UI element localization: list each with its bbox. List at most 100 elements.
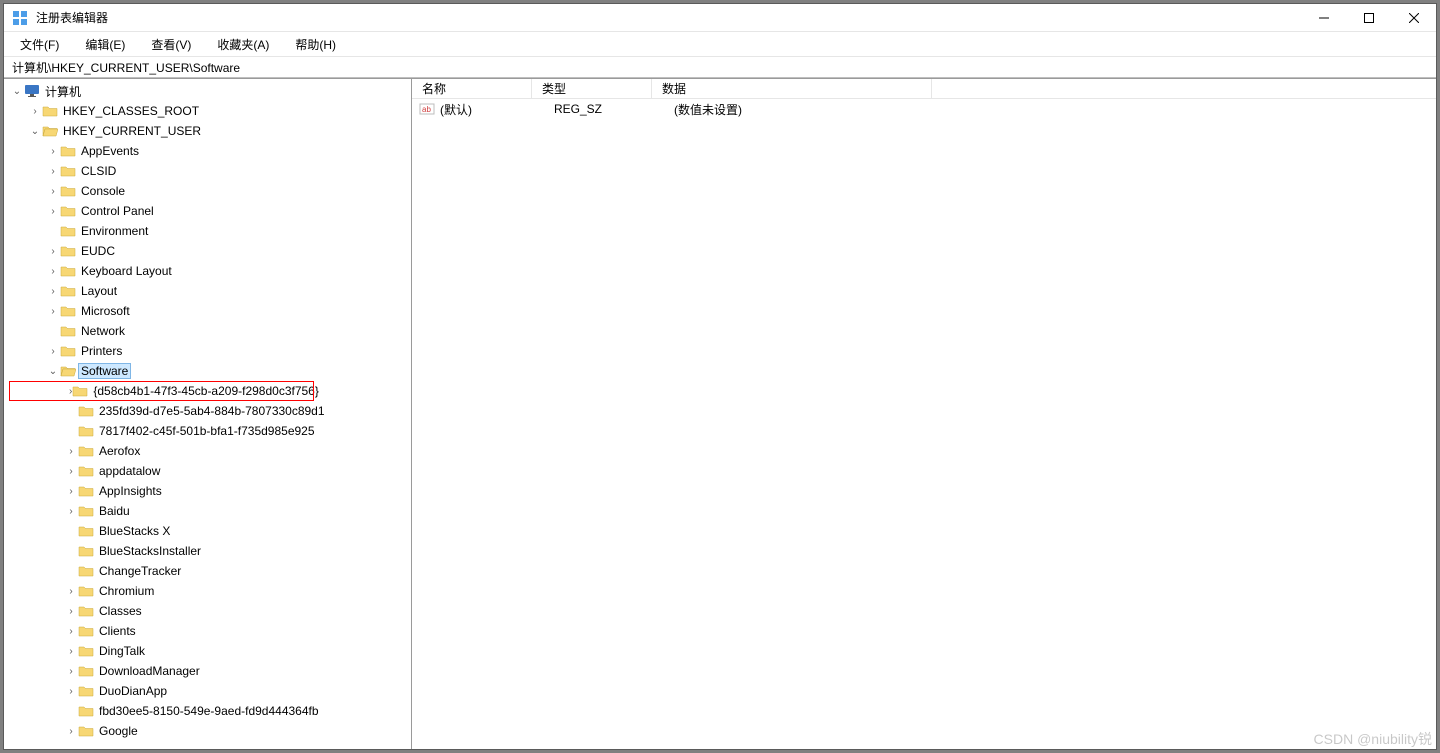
tree-label: Clients [97, 624, 138, 638]
tree-item-hkcu[interactable]: ⌄ HKEY_CURRENT_USER [4, 121, 411, 141]
tree-item-changetracker[interactable]: ›ChangeTracker [4, 561, 411, 581]
chevron-down-icon[interactable]: ⌄ [46, 366, 60, 377]
tree-item-classes[interactable]: ›Classes [4, 601, 411, 621]
folder-icon [78, 544, 94, 558]
menu-help[interactable]: 帮助(H) [289, 34, 342, 55]
tree-item-downloadmanager[interactable]: ›DownloadManager [4, 661, 411, 681]
tree-item-baidu[interactable]: › Baidu [4, 501, 411, 521]
chevron-right-icon[interactable]: › [46, 146, 60, 157]
tree-item-clsid[interactable]: ›CLSID [4, 161, 411, 181]
chevron-right-icon[interactable]: › [46, 186, 60, 197]
address-text: 计算机\HKEY_CURRENT_USER\Software [12, 59, 240, 76]
tree-item-layout[interactable]: ›Layout [4, 281, 411, 301]
window-title: 注册表编辑器 [36, 9, 1301, 26]
folder-icon [78, 444, 94, 458]
tree-item-computer[interactable]: ⌄ 计算机 [4, 81, 411, 101]
tree-item-hkcr[interactable]: › HKEY_CLASSES_ROOT [4, 101, 411, 121]
value-list-pane: 名称 类型 数据 (默认) REG_SZ (数值未设置) [412, 79, 1436, 749]
window-buttons [1301, 4, 1436, 31]
chevron-right-icon[interactable]: › [64, 586, 78, 597]
list-row[interactable]: (默认) REG_SZ (数值未设置) [412, 99, 1436, 119]
folder-icon [78, 724, 94, 738]
folder-icon [78, 644, 94, 658]
address-bar[interactable]: 计算机\HKEY_CURRENT_USER\Software [4, 56, 1436, 78]
folder-icon [78, 504, 94, 518]
folder-icon [78, 484, 94, 498]
tree-label: AppInsights [97, 484, 164, 498]
tree-item-appdatalow[interactable]: ›appdatalow [4, 461, 411, 481]
tree-label: {d58cb4b1-47f3-45cb-a209-f298d0c3f756} [91, 384, 321, 398]
tree-item-clients[interactable]: › Clients [4, 621, 411, 641]
column-data-label: 数据 [662, 80, 686, 97]
tree-item-bluestacks-x[interactable]: ›BlueStacks X [4, 521, 411, 541]
tree-item-eudc[interactable]: › EUDC [4, 241, 411, 261]
tree-item-software[interactable]: ⌄ Software [4, 361, 411, 381]
chevron-right-icon[interactable]: › [64, 626, 78, 637]
chevron-right-icon[interactable]: › [46, 346, 60, 357]
tree-item-duodianapp[interactable]: ›DuoDianApp [4, 681, 411, 701]
chevron-right-icon[interactable]: › [64, 646, 78, 657]
chevron-right-icon[interactable]: › [64, 486, 78, 497]
tree-item-network[interactable]: ›Network [4, 321, 411, 341]
tree-item-keyboard-layout[interactable]: ›Keyboard Layout [4, 261, 411, 281]
chevron-right-icon[interactable]: › [46, 266, 60, 277]
folder-icon [60, 244, 76, 258]
tree-item-dingtalk[interactable]: ›DingTalk [4, 641, 411, 661]
tree-item-google[interactable]: ›Google [4, 721, 411, 741]
tree-label: EUDC [79, 244, 117, 258]
tree-item-appevents[interactable]: ›AppEvents [4, 141, 411, 161]
menu-view[interactable]: 查看(V) [145, 34, 197, 55]
tree-label-selected: Software [79, 364, 130, 378]
folder-icon [78, 624, 94, 638]
tree-label: Baidu [97, 504, 132, 518]
chevron-right-icon[interactable]: › [64, 606, 78, 617]
chevron-right-icon[interactable]: › [46, 166, 60, 177]
close-button[interactable] [1391, 4, 1436, 31]
tree-item-printers[interactable]: ›Printers [4, 341, 411, 361]
app-window: 注册表编辑器 文件(F) 编辑(E) 查看(V) 收藏夹(A) 帮助(H) 计算… [3, 3, 1437, 750]
folder-icon [60, 324, 76, 338]
list-body[interactable]: (默认) REG_SZ (数值未设置) [412, 99, 1436, 749]
column-name[interactable]: 名称 [412, 79, 532, 98]
chevron-right-icon[interactable]: › [46, 306, 60, 317]
menu-favorites[interactable]: 收藏夹(A) [211, 34, 275, 55]
tree-item-aerofox[interactable]: ›Aerofox [4, 441, 411, 461]
tree-item-environment[interactable]: ›Environment [4, 221, 411, 241]
chevron-right-icon[interactable]: › [64, 446, 78, 457]
tree-item-console[interactable]: ›Console [4, 181, 411, 201]
tree-pane[interactable]: ab ⌄ 计算机 › HKEY_CLASSES_ROOT ⌄ [4, 79, 412, 749]
menu-edit[interactable]: 编辑(E) [79, 34, 131, 55]
chevron-down-icon[interactable]: ⌄ [28, 126, 42, 137]
tree-label: Control Panel [79, 204, 156, 218]
tree-item-chromium[interactable]: ›Chromium [4, 581, 411, 601]
tree-item-guid1-highlighted[interactable]: ›{d58cb4b1-47f3-45cb-a209-f298d0c3f756} [9, 381, 314, 401]
chevron-down-icon[interactable]: ⌄ [10, 86, 24, 97]
value-name: (默认) [436, 101, 550, 118]
tree-label: fbd30ee5-8150-549e-9aed-fd9d444364fb [97, 704, 321, 718]
tree-item-appinsights[interactable]: › AppInsights [4, 481, 411, 501]
column-type[interactable]: 类型 [532, 79, 652, 98]
chevron-right-icon[interactable]: › [64, 686, 78, 697]
maximize-button[interactable] [1346, 4, 1391, 31]
chevron-right-icon[interactable]: › [46, 206, 60, 217]
chevron-right-icon[interactable]: › [46, 286, 60, 297]
minimize-button[interactable] [1301, 4, 1346, 31]
tree-item-fbd30[interactable]: ›fbd30ee5-8150-549e-9aed-fd9d444364fb [4, 701, 411, 721]
tree-item-microsoft[interactable]: ›Microsoft [4, 301, 411, 321]
column-data[interactable]: 数据 [652, 79, 932, 98]
chevron-right-icon[interactable]: › [64, 726, 78, 737]
menu-file[interactable]: 文件(F) [14, 34, 65, 55]
chevron-right-icon[interactable]: › [46, 246, 60, 257]
chevron-right-icon[interactable]: › [64, 666, 78, 677]
tree-item-bluestacks-installer[interactable]: ›BlueStacksInstaller [4, 541, 411, 561]
tree-label: 计算机 [43, 83, 83, 100]
app-icon [12, 10, 28, 26]
tree-item-control-panel[interactable]: › Control Panel [4, 201, 411, 221]
tree-item-guid3[interactable]: ›7817f402-c45f-501b-bfa1-f735d985e925 [4, 421, 411, 441]
chevron-right-icon[interactable]: › [64, 506, 78, 517]
tree-label: Network [79, 324, 127, 338]
chevron-right-icon[interactable]: › [64, 466, 78, 477]
chevron-right-icon[interactable]: › [28, 106, 42, 117]
folder-icon [78, 424, 94, 438]
tree-item-guid2[interactable]: ›235fd39d-d7e5-5ab4-884b-7807330c89d1 [4, 401, 411, 421]
